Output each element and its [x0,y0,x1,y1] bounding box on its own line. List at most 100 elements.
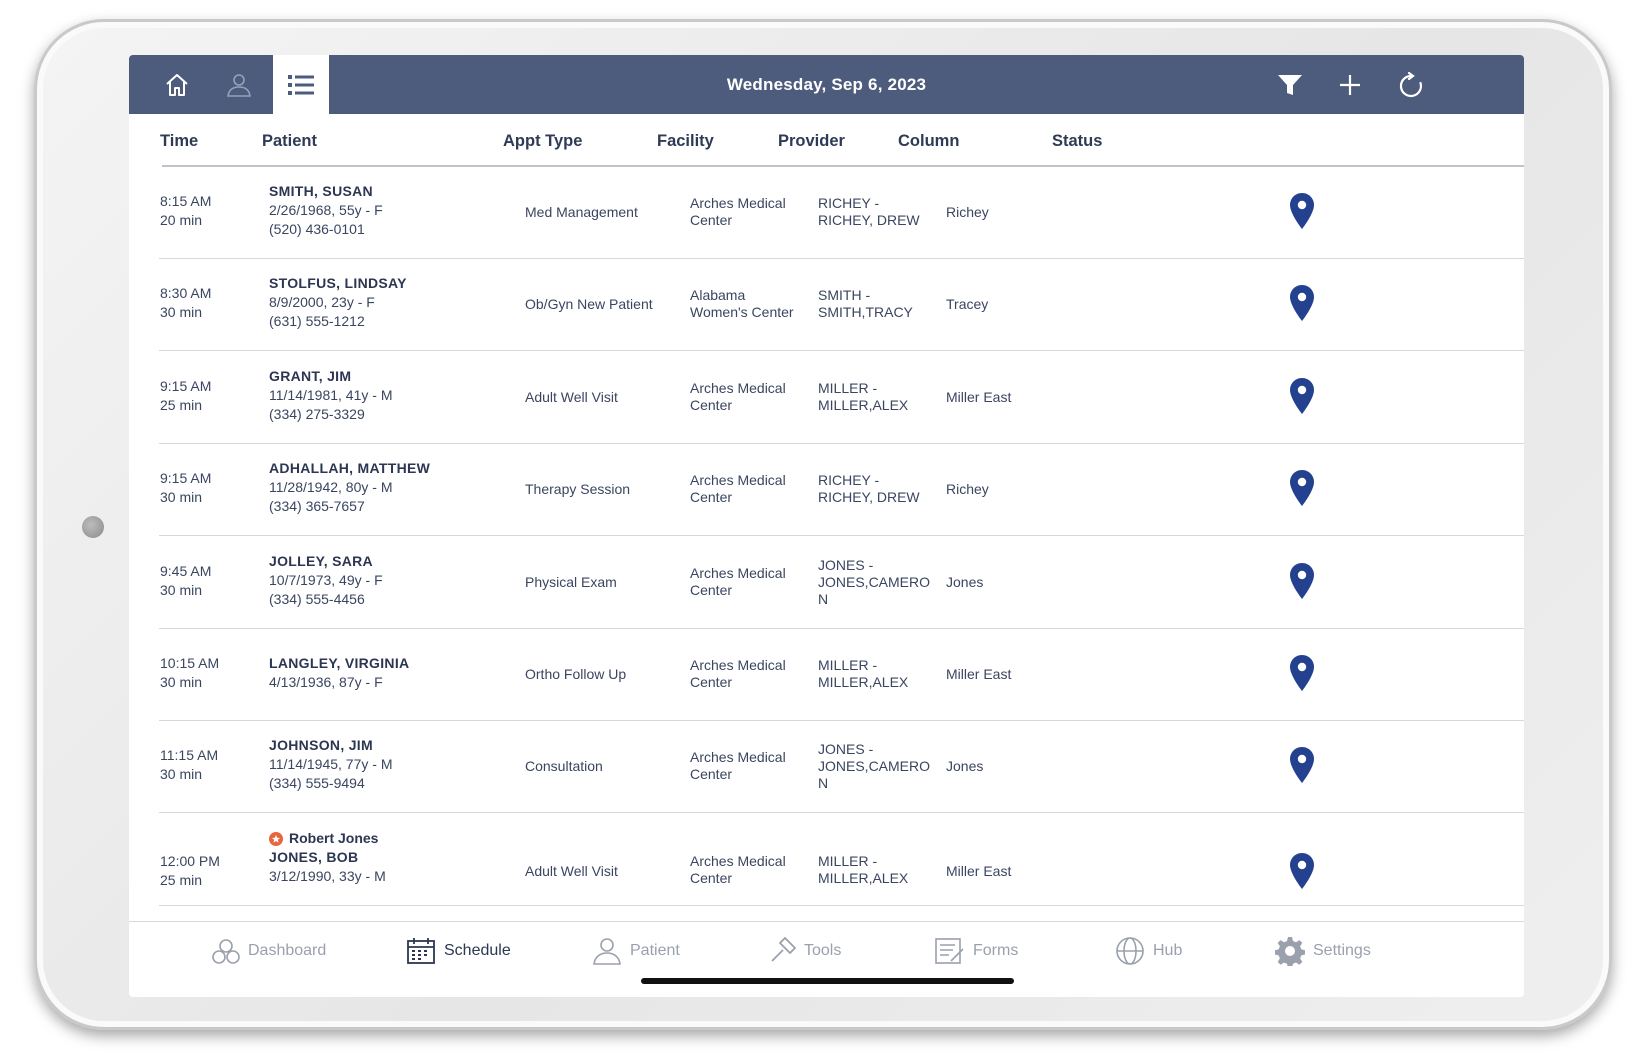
home-button[interactable] [149,55,205,114]
tab-label: Hub [1153,942,1183,959]
patient-name: ADHALLAH, MATTHEW [269,460,431,476]
patient-name: GRANT, JIM [269,368,352,384]
appointment-row[interactable]: 9:15 AM 25 min GRANT, JIM 11/14/1981, 41… [129,352,1524,444]
appointment-time: 9:45 AM 30 min [160,562,211,600]
location-pin-icon[interactable] [1289,746,1315,784]
header-status[interactable]: Status [1052,132,1102,151]
tab-label: Forms [973,942,1019,959]
tab-tools[interactable]: Tools [768,934,841,968]
time-value: 9:15 AM [160,470,212,486]
patient-dob: 4/13/1936, 87y - F [269,674,383,690]
app-screen: Wednesday, Sep 6, 2023 Time Patient Appt… [129,55,1524,997]
appointment-row[interactable]: 12:00 PM 25 min Robert Jones JONES, BOB … [129,814,1524,906]
refresh-button[interactable] [1383,55,1439,114]
provider-line: RICHEY, DREW [818,212,920,228]
provider-line: RICHEY - [818,195,880,211]
provider-line: JONES - [818,557,874,573]
dashboard-icon [212,939,240,964]
row-divider [159,905,1524,906]
provider-line: MILLER - [818,853,878,869]
appointment-time: 12:00 PM 25 min [160,852,220,890]
patient-dob: 11/14/1945, 77y - M [269,756,393,772]
facility: Alabama Women's Center [690,287,810,321]
tab-patient[interactable]: Patient [592,934,680,968]
provider: SMITH - SMITH,TRACY [818,287,934,321]
patient-name: JONES, BOB [269,849,359,865]
patient-phone: (334) 555-9494 [269,775,365,791]
facility: Arches Medical Center [690,380,810,414]
provider-line: MILLER - [818,380,878,396]
gear-icon [1275,937,1305,966]
list-view-button[interactable] [273,55,329,114]
provider-line: MILLER,ALEX [818,870,909,886]
appointment-row[interactable]: 9:15 AM 30 min ADHALLAH, MATTHEW 11/28/1… [129,444,1524,536]
tab-hub[interactable]: Hub [1115,934,1182,968]
header-provider[interactable]: Provider [778,132,845,151]
location-pin-icon[interactable] [1289,852,1315,890]
header-appt-type[interactable]: Appt Type [503,132,582,151]
location-pin-icon[interactable] [1289,562,1315,600]
appointment-time: 10:15 AM 30 min [160,654,219,692]
facility-line: Arches Medical [690,565,786,581]
provider-line: JONES - [818,741,874,757]
header-facility[interactable]: Facility [657,132,714,151]
appt-type: Physical Exam [525,574,617,590]
location-pin-icon[interactable] [1289,469,1315,507]
provider-line: JONES,CAMERON [818,758,931,791]
header-time[interactable]: Time [160,132,198,151]
location-pin-icon[interactable] [1289,654,1315,692]
time-value: 9:15 AM [160,378,212,394]
appointment-row[interactable]: 8:30 AM 30 min STOLFUS, LINDSAY 8/9/2000… [129,259,1524,351]
plus-icon [1340,74,1360,95]
appointment-row[interactable]: 9:45 AM 30 min JOLLEY, SARA 10/7/1973, 4… [129,537,1524,629]
time-value: 8:30 AM [160,285,212,301]
person-button[interactable] [211,55,267,114]
row-divider [159,812,1524,813]
patient-phone: (631) 555-1212 [269,313,365,329]
appt-type: Therapy Session [525,481,631,497]
top-bar: Wednesday, Sep 6, 2023 [129,55,1524,114]
appointment-row[interactable]: 11:15 AM 30 min JOHNSON, JIM 11/14/1945,… [129,721,1524,813]
patient-phone: (334) 275-3329 [269,406,365,422]
refresh-icon [1399,71,1423,97]
facility-line: Arches Medical [690,472,786,488]
alias-badge-icon [269,831,283,846]
provider-line: MILLER,ALEX [818,397,909,413]
location-pin-icon[interactable] [1289,377,1315,415]
facility: Arches Medical Center [690,749,810,783]
tab-label: Tools [804,942,842,959]
tab-settings[interactable]: Settings [1275,934,1371,968]
filter-button[interactable] [1262,55,1318,114]
patient-cell: ADHALLAH, MATTHEW 11/28/1942, 80y - M (3… [269,459,430,516]
tab-label: Patient [630,942,680,959]
duration-value: 25 min [160,872,203,888]
column-header-row: Time Patient Appt Type Facility Provider… [129,114,1524,167]
list-icon [288,74,314,95]
provider: JONES - JONES,CAMERON [818,557,934,608]
schedule-column: Miller East [946,863,1012,879]
schedule-column: Jones [946,574,984,590]
appointment-row[interactable]: 10:15 AM 30 min LANGLEY, VIRGINIA 4/13/1… [129,629,1524,721]
header-patient[interactable]: Patient [262,132,317,151]
facility: Arches Medical Center [690,657,810,691]
patient-cell: GRANT, JIM 11/14/1981, 41y - M (334) 275… [269,367,392,424]
tab-dashboard[interactable]: Dashboard [212,934,326,968]
time-value: 12:00 PM [160,853,220,869]
provider: JONES - JONES,CAMERON [818,741,934,792]
provider-line: MILLER,ALEX [818,674,909,690]
tab-schedule[interactable]: Schedule [406,934,511,968]
patient-cell: STOLFUS, LINDSAY 8/9/2000, 23y - F (631)… [269,274,407,331]
duration-value: 30 min [160,489,203,505]
patient-name: JOLLEY, SARA [269,553,373,569]
location-pin-icon[interactable] [1289,192,1315,230]
add-button[interactable] [1322,55,1378,114]
location-pin-icon[interactable] [1289,284,1315,322]
provider-line: RICHEY - [818,472,880,488]
header-column[interactable]: Column [898,132,959,151]
appointment-row[interactable]: 8:15 AM 20 min SMITH, SUSAN 2/26/1968, 5… [129,167,1524,259]
provider: RICHEY - RICHEY, DREW [818,472,934,506]
person-icon [227,73,251,97]
facility-line: Arches Medical [690,380,786,396]
tab-forms[interactable]: Forms [935,934,1018,968]
appointment-time: 8:30 AM 30 min [160,284,211,322]
